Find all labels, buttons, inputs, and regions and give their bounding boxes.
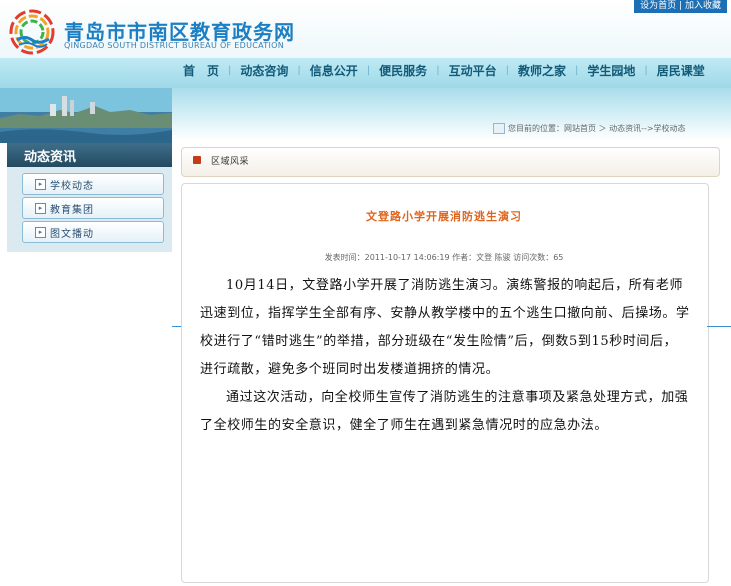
logo-icon[interactable] (7, 8, 57, 56)
main-nav: 首 页 | 动态咨询 | 信息公开 | 便民服务 | 互动平台 | 教师之家 |… (174, 58, 714, 88)
add-favorite-link[interactable]: 加入收藏 (685, 1, 721, 11)
location-icon (493, 123, 505, 134)
top-links-separator: | (679, 1, 683, 11)
sidebar-item-label: 教育集团 (50, 205, 94, 216)
arrow-right-icon: ▸ (35, 203, 46, 214)
top-links: 设为首页 | 加入收藏 (634, 0, 727, 13)
city-skyline-image (0, 88, 172, 143)
section-header (181, 147, 720, 177)
nav-item-disclosure[interactable]: 信息公开 (301, 58, 367, 88)
article-paragraph: 10月14日，文登路小学开展了消防逃生演习。演练警报的响起后，所有老师迅速到位，… (200, 278, 690, 377)
section-title: 区域风采 (211, 157, 250, 167)
sidebar-item-label: 学校动态 (50, 181, 94, 192)
breadcrumb: 您目前的位置：网站首页 ＞ 动态资讯-->学校动态 (508, 124, 686, 133)
article-paragraph: 通过这次活动，向全校师生宣传了消防逃生的注意事项及紧急处理方式，加强了全校师生的… (200, 390, 689, 433)
divider (172, 326, 181, 327)
article-meta: 发表时间：2011-10-17 14:06:19 作者：文登 陈骏 访问次数：6… (324, 253, 564, 262)
arrow-right-icon: ▸ (35, 227, 46, 238)
arrow-right-icon: ▸ (35, 179, 46, 190)
site-subtitle: QINGDAO SOUTH DISTRICT BUREAU OF EDUCATI… (64, 41, 285, 50)
sidebar-item-school-news[interactable]: ▸ 学校动态 (22, 173, 164, 195)
nav-item-services[interactable]: 便民服务 (370, 58, 436, 88)
sidebar-title: 动态资讯 (24, 150, 77, 165)
sidebar-item-label: 图文播动 (50, 229, 94, 240)
section-marker-icon (193, 156, 201, 164)
nav-item-students[interactable]: 学生园地 (578, 58, 644, 88)
article-body: 10月14日，文登路小学开展了消防逃生演习。演练警报的响起后，所有老师迅速到位，… (200, 272, 690, 440)
nav-item-residents[interactable]: 居民课堂 (648, 58, 714, 88)
nav-item-interaction[interactable]: 互动平台 (440, 58, 506, 88)
sidebar-menu: ▸ 学校动态 ▸ 教育集团 ▸ 图文播动 (7, 167, 172, 252)
nav-item-teachers[interactable]: 教师之家 (509, 58, 575, 88)
set-homepage-link[interactable]: 设为首页 (640, 1, 676, 11)
sidebar-item-education-group[interactable]: ▸ 教育集团 (22, 197, 164, 219)
sidebar-item-photo-news[interactable]: ▸ 图文播动 (22, 221, 164, 243)
divider (707, 326, 731, 327)
nav-item-news[interactable]: 动态咨询 (231, 58, 297, 88)
nav-item-home[interactable]: 首 页 (174, 58, 228, 88)
article-title: 文登路小学开展消防逃生演习 (366, 210, 522, 223)
